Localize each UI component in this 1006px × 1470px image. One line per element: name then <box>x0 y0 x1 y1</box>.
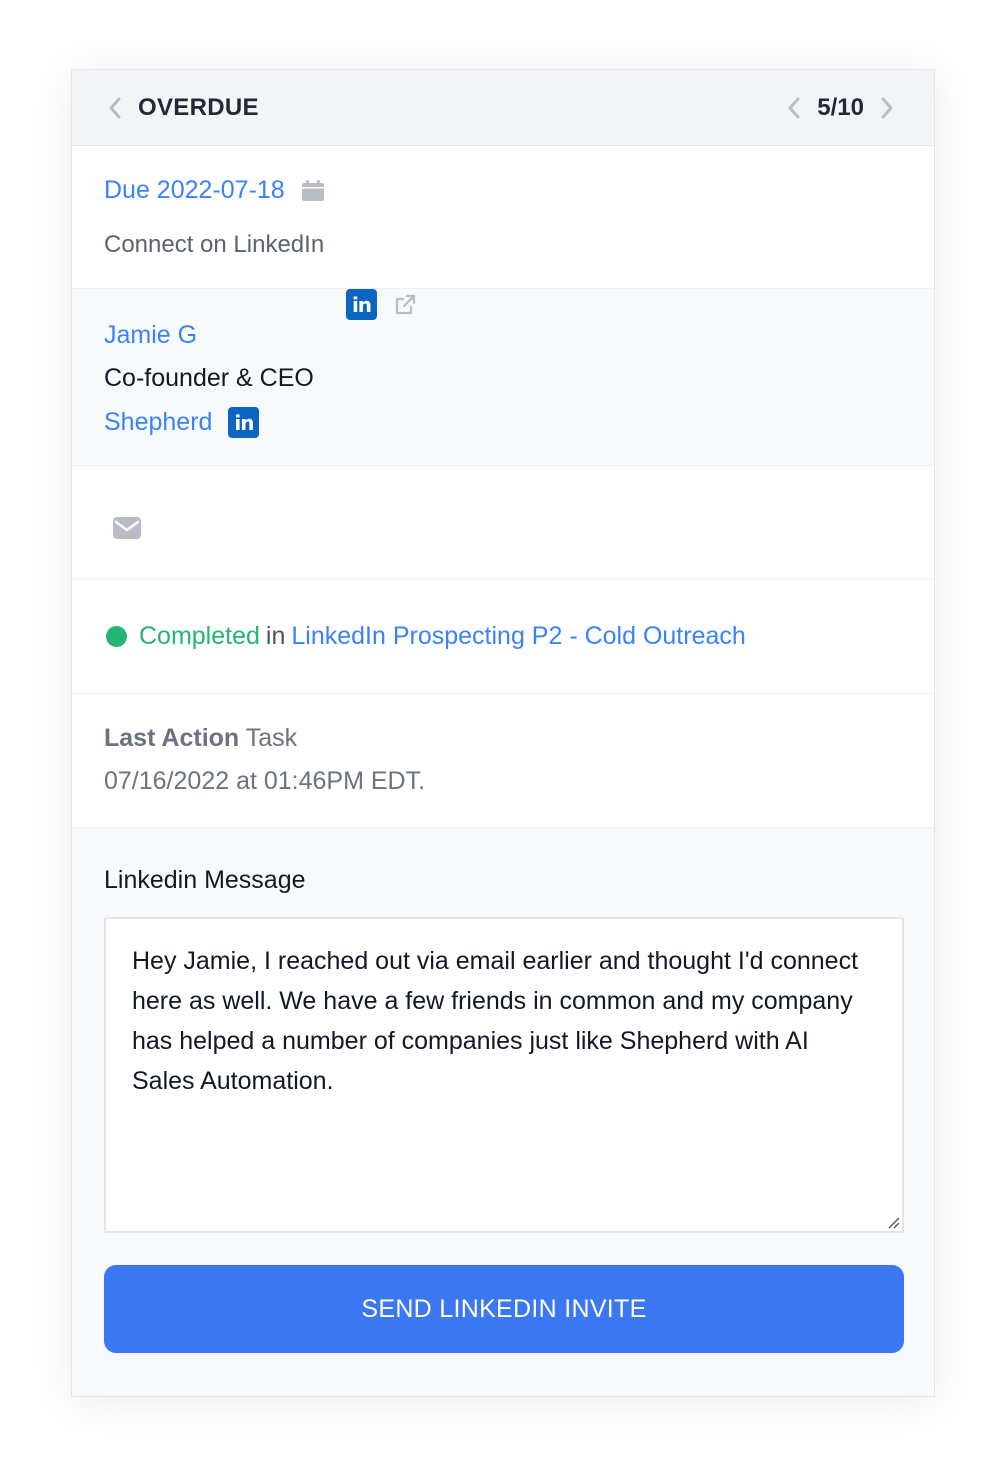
status-label: Completed <box>139 622 260 650</box>
external-link-icon[interactable] <box>393 293 417 317</box>
message-textarea[interactable]: Hey Jamie, I reached out via email earli… <box>104 917 904 1233</box>
contact-links: in <box>346 289 417 320</box>
calendar-icon[interactable] <box>301 179 325 202</box>
email-section <box>72 466 934 580</box>
message-section: Linkedin Message Hey Jamie, I reached ou… <box>72 828 934 1396</box>
pager: 5/10 <box>783 70 898 146</box>
send-linkedin-invite-button[interactable]: SEND LINKEDIN INVITE <box>104 1265 904 1353</box>
status-connector: in <box>265 622 286 650</box>
sequence-status: Completed in LinkedIn Prospecting P2 - C… <box>72 580 934 694</box>
last-action-timestamp: 07/16/2022 at 01:46PM EDT. <box>104 767 426 795</box>
contact-title: Co-founder & CEO <box>104 364 314 392</box>
contact-name[interactable]: Jamie G <box>104 321 902 350</box>
due-date[interactable]: Due 2022-07-18 <box>104 176 285 205</box>
last-action-section: Last Action Task 07/16/2022 at 01:46PM E… <box>72 694 934 828</box>
pager-count: 5/10 <box>817 94 864 121</box>
mail-icon[interactable] <box>112 516 142 540</box>
task-card: OVERDUE 5/10 Due 2022-07-18 Connect on L… <box>71 69 935 1397</box>
message-label: Linkedin Message <box>104 866 306 894</box>
last-action-value: Task <box>245 724 298 752</box>
company-name[interactable]: Shepherd <box>104 408 212 437</box>
chevron-left-icon[interactable] <box>104 97 126 119</box>
chevron-right-icon[interactable] <box>876 97 898 119</box>
resize-handle-icon[interactable] <box>884 1213 900 1229</box>
linkedin-icon[interactable]: in <box>346 289 377 320</box>
due-section: Due 2022-07-18 Connect on LinkedIn <box>72 146 934 289</box>
task-type: Connect on LinkedIn <box>104 231 325 258</box>
status-dot <box>106 626 127 647</box>
linkedin-icon[interactable]: in <box>228 407 260 438</box>
task-header: OVERDUE 5/10 <box>72 70 934 146</box>
chevron-left-icon[interactable] <box>783 97 805 119</box>
last-action-label: Last Action <box>104 724 240 752</box>
contact-section: in Jamie G Co-founder & CEO Shepherd in <box>72 289 934 466</box>
sequence-link[interactable]: LinkedIn Prospecting P2 - Cold Outreach <box>291 622 745 651</box>
status-title: OVERDUE <box>138 93 259 121</box>
message-body: Hey Jamie, I reached out via email earli… <box>132 947 859 1095</box>
